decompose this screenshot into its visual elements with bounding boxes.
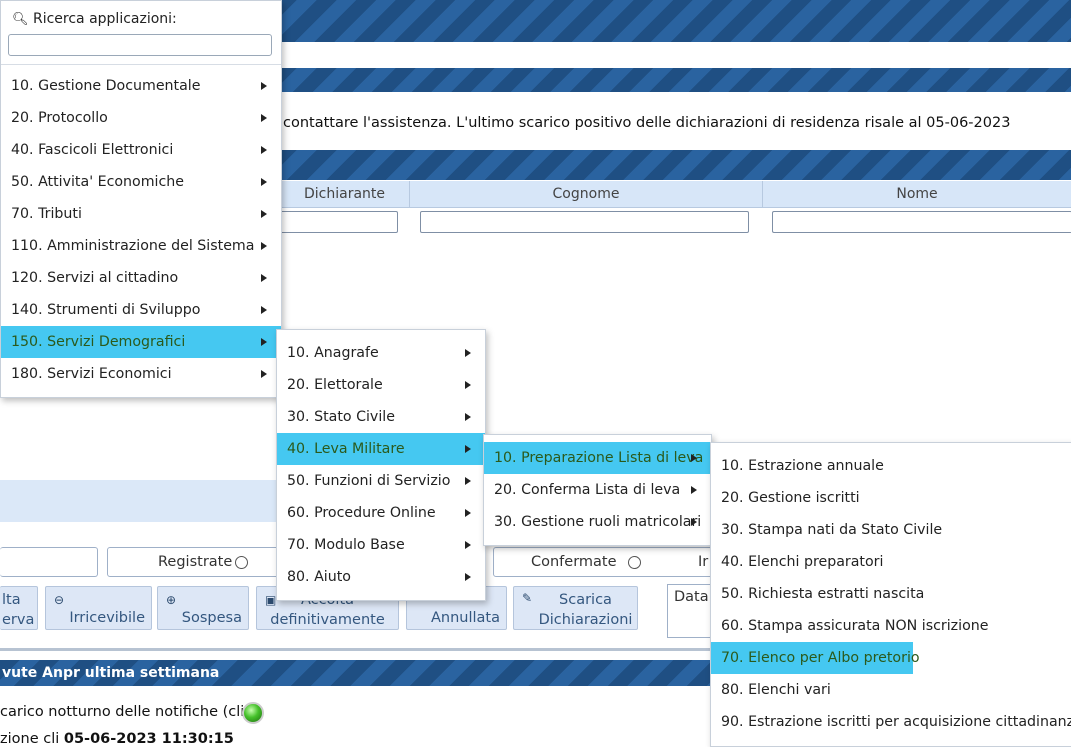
menu-item-elenchi-vari[interactable]: 80. Elenchi vari (711, 674, 1071, 706)
filter-registrate[interactable]: Registrate (107, 547, 279, 577)
chevron-right-icon (261, 370, 267, 378)
chevron-right-icon (465, 381, 471, 389)
filter-nome-input[interactable] (772, 211, 1071, 233)
search-icon: 🔍︎ (12, 12, 29, 27)
search-input[interactable] (8, 34, 272, 56)
menu-item-elenco-albo-pretorio[interactable]: 70. Elenco per Albo pretorio (711, 642, 920, 674)
chevron-right-icon (465, 445, 471, 453)
chevron-right-icon (261, 338, 267, 346)
menu-item-amministrazione-sistema[interactable]: 110. Amministrazione del Sistema (1, 230, 281, 262)
chevron-right-icon (465, 509, 471, 517)
night-download-status: carico notturno delle notifiche (cli) (0, 704, 250, 720)
menu-item-elenchi-preparatori[interactable]: 40. Elenchi preparatori (711, 546, 1071, 578)
chevron-right-icon (261, 274, 267, 282)
filter-cognome-input[interactable] (420, 211, 749, 233)
chevron-right-icon (465, 573, 471, 581)
menu-item-anagrafe[interactable]: 10. Anagrafe (277, 337, 485, 369)
chevron-right-icon (261, 82, 267, 90)
menu-item-estrazione-iscritti-cittadinanza[interactable]: 90. Estrazione iscritti per acquisizione… (711, 706, 1071, 738)
column-cognome[interactable]: Cognome (410, 181, 763, 207)
chevron-right-icon (691, 486, 697, 494)
menu-item-conferma-lista-leva[interactable]: 20. Conferma Lista di leva (484, 474, 711, 506)
ir-label: Ir (698, 554, 709, 570)
chevron-right-icon (261, 210, 267, 218)
chevron-right-icon (465, 477, 471, 485)
menu-item-stato-civile[interactable]: 30. Stato Civile (277, 401, 485, 433)
menu-item-modulo-base[interactable]: 70. Modulo Base (277, 529, 485, 561)
menu-item-gestione-documentale[interactable]: 10. Gestione Documentale (1, 70, 281, 102)
column-dichiarante[interactable]: Dichiarante (280, 181, 410, 207)
edit-icon: ✎ (522, 591, 533, 605)
chevron-right-icon (261, 146, 267, 154)
sospesa-button[interactable]: ⊕ Sospesa (157, 586, 249, 630)
arrow-up-circle-icon: ⊕ (166, 593, 177, 607)
search-label: 🔍︎ Ricerca applicazioni: (12, 11, 177, 27)
accolta-riserva-button[interactable]: lta erva (0, 586, 38, 630)
menu-divider (1, 64, 281, 65)
registrate-radio[interactable] (235, 556, 248, 569)
registrate-label: Registrate (158, 554, 233, 570)
chevron-right-icon (261, 114, 267, 122)
menu-item-servizi-cittadino[interactable]: 120. Servizi al cittadino (1, 262, 281, 294)
menu-item-servizi-demografici[interactable]: 150. Servizi Demografici (1, 326, 281, 358)
menu-item-gestione-ruoli-matricolari[interactable]: 30. Gestione ruoli matricolari (484, 506, 711, 538)
filter-panel (0, 480, 282, 522)
chevron-right-icon (465, 349, 471, 357)
filter-box-left[interactable] (0, 547, 98, 577)
chevron-right-icon (261, 242, 267, 250)
chevron-right-icon (261, 178, 267, 186)
menu-item-leva-militare[interactable]: 40. Leva Militare (277, 433, 485, 465)
menu-item-aiuto[interactable]: 80. Aiuto (277, 561, 485, 593)
chevron-right-icon (691, 518, 697, 526)
menu-item-procedure-online[interactable]: 60. Procedure Online (277, 497, 485, 529)
menu-item-richiesta-estratti[interactable]: 50. Richiesta estratti nascita (711, 578, 1071, 610)
confermate-label: Confermate (531, 554, 617, 570)
menu-item-estrazione-annuale[interactable]: 10. Estrazione annuale (711, 450, 1071, 482)
menu-item-protocollo[interactable]: 20. Protocollo (1, 102, 281, 134)
irricevibile-button[interactable]: ⊖ Irricevibile (45, 586, 152, 630)
preparazione-lista-leva-submenu: 10. Estrazione annuale 20. Gestione iscr… (710, 442, 1071, 747)
menu-item-strumenti-sviluppo[interactable]: 140. Strumenti di Sviluppo (1, 294, 281, 326)
menu-item-stampa-nati[interactable]: 30. Stampa nati da Stato Civile (711, 514, 1071, 546)
menu-item-stampa-assicurata[interactable]: 60. Stampa assicurata NON iscrizione (711, 610, 1071, 642)
chevron-right-icon (261, 306, 267, 314)
menu-item-servizi-economici[interactable]: 180. Servizi Economici (1, 358, 281, 390)
menu-item-tributi[interactable]: 70. Tributi (1, 198, 281, 230)
status-ok-led-icon (242, 702, 264, 724)
chevron-right-icon (465, 413, 471, 421)
menu-item-gestione-iscritti[interactable]: 20. Gestione iscritti (711, 482, 1071, 514)
menu-item-attivita-economiche[interactable]: 50. Attivita' Economiche (1, 166, 281, 198)
minus-circle-icon: ⊖ (54, 593, 65, 607)
scarica-dichiarazioni-button[interactable]: ✎ Scarica Dichiarazioni (513, 586, 638, 630)
leva-militare-submenu: 10. Preparazione Lista di leva 20. Confe… (483, 434, 712, 546)
applications-menu: 🔍︎ Ricerca applicazioni: 10. Gestione Do… (0, 0, 282, 398)
confermate-radio[interactable] (628, 556, 641, 569)
filter-dichiarante-input[interactable] (280, 211, 398, 233)
menu-item-elettorale[interactable]: 20. Elettorale (277, 369, 485, 401)
chevron-right-icon (691, 454, 697, 462)
menu-item-fascicoli-elettronici[interactable]: 40. Fascicoli Elettronici (1, 134, 281, 166)
column-nome[interactable]: Nome (763, 181, 1071, 207)
servizi-demografici-submenu: 10. Anagrafe 20. Elettorale 30. Stato Ci… (276, 329, 486, 601)
menu-item-preparazione-lista-leva[interactable]: 10. Preparazione Lista di leva (484, 442, 711, 474)
filter-confermate[interactable]: Confermate Ir (493, 547, 720, 577)
notice-text: contattare l'assistenza. L'ultimo scaric… (283, 115, 1011, 131)
chevron-right-icon (465, 541, 471, 549)
menu-item-funzioni-servizio[interactable]: 50. Funzioni di Servizio (277, 465, 485, 497)
